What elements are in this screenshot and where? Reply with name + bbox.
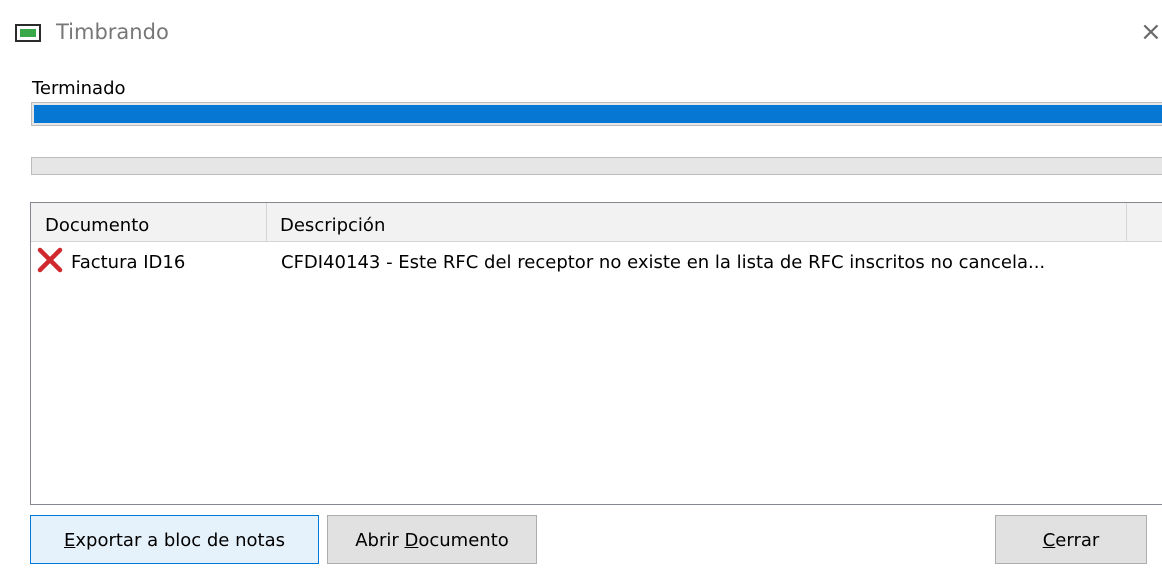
open-document-button[interactable]: Abrir Documento (327, 515, 537, 564)
app-window-icon (15, 24, 41, 42)
export-label-post: xportar a bloc de notas (75, 530, 285, 551)
cell-documento: Factura ID16 (71, 252, 186, 273)
open-label-post: ocumento (418, 530, 509, 551)
status-label: Terminado (32, 78, 126, 99)
open-label-pre: Abrir (355, 530, 405, 551)
column-header-documento[interactable]: Documento (31, 203, 267, 241)
cell-descripcion: CFDI40143 - Este RFC del receptor no exi… (281, 252, 1046, 273)
column-header-empty[interactable] (1127, 203, 1162, 241)
close-mnemonic: C (1042, 530, 1056, 551)
item-progress-bar (31, 157, 1162, 175)
results-table[interactable]: Documento Descripción Factura ID16 CFDI4… (30, 202, 1162, 505)
title-bar: Timbrando × (0, 0, 1162, 62)
close-button[interactable]: Cerrar (995, 515, 1147, 564)
close-window-button[interactable]: × (1140, 14, 1162, 50)
overall-progress-bar (31, 102, 1162, 126)
table-row[interactable]: Factura ID16 CFDI40143 - Este RFC del re… (31, 243, 1162, 283)
close-label-post: errar (1055, 530, 1100, 551)
export-notepad-button[interactable]: Exportar a bloc de notas (30, 515, 319, 564)
open-mnemonic: D (404, 530, 419, 551)
export-mnemonic: E (64, 530, 76, 551)
table-header: Documento Descripción (31, 203, 1162, 242)
column-header-descripcion[interactable]: Descripción (267, 203, 1127, 241)
window-title: Timbrando (56, 20, 169, 44)
error-x-icon (37, 247, 63, 273)
overall-progress-fill (34, 105, 1162, 123)
